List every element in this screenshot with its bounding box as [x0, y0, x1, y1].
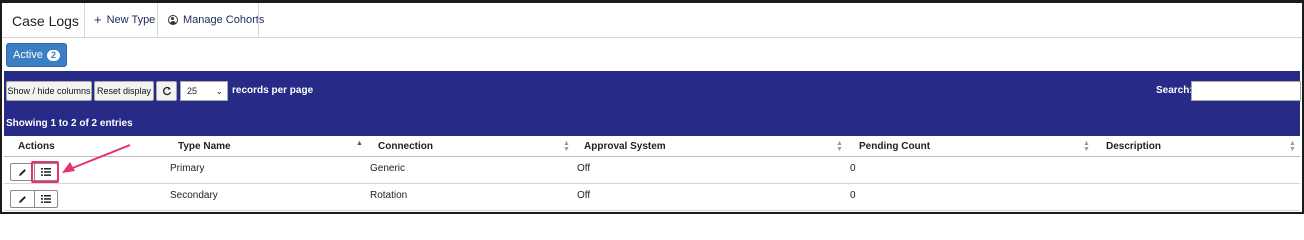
records-per-page-value: 25 — [187, 86, 198, 96]
refresh-button[interactable] — [156, 81, 177, 101]
sort-icon[interactable]: ▲ ▼ — [836, 140, 843, 153]
refresh-icon — [162, 86, 171, 96]
table-row: Primary Generic Off 0 — [4, 158, 1300, 184]
reset-display-button[interactable]: Reset display — [94, 81, 154, 101]
row-actions — [10, 190, 58, 208]
type-name-cell: Primary — [170, 163, 205, 174]
plus-icon: + — [94, 12, 102, 27]
nav-divider — [258, 3, 259, 38]
details-button[interactable] — [33, 191, 57, 207]
type-name-cell: Secondary — [170, 190, 218, 201]
top-navigation: Case Logs + New Type Manage Cohorts — [2, 3, 1302, 38]
pencil-icon — [18, 195, 26, 203]
nav-divider — [84, 3, 85, 38]
sort-icon[interactable]: ▲ ▼ — [563, 140, 570, 153]
sort-icon[interactable]: ▲ ▼ — [1083, 140, 1090, 153]
connection-cell: Rotation — [370, 190, 408, 201]
pencil-icon — [18, 168, 26, 176]
search-label: Search: — [1156, 85, 1193, 96]
edit-button[interactable] — [11, 191, 34, 207]
connection-cell: Generic — [370, 163, 406, 174]
user-circle-icon — [168, 15, 178, 25]
active-filter-label: Active — [13, 49, 43, 61]
table-header: Actions Type Name ▲ Connection ▲ ▼ Approv… — [4, 137, 1300, 157]
manage-cohorts-link[interactable]: Manage Cohorts — [168, 14, 264, 26]
callout-highlight-box — [31, 161, 59, 183]
col-type-name[interactable]: Type Name — [178, 141, 231, 152]
records-per-page-label: records per page — [232, 85, 314, 96]
callout-arrow-icon — [62, 144, 131, 173]
new-type-link[interactable]: + New Type — [94, 12, 156, 27]
table-toolbar: Show / hide columns Reset display 25 ⌄ r… — [4, 71, 1301, 136]
manage-cohorts-label: Manage Cohorts — [183, 14, 265, 26]
entries-info: Showing 1 to 2 of 2 entries — [6, 118, 133, 129]
search-input[interactable] — [1191, 81, 1301, 101]
pending-count-cell: 0 — [850, 163, 856, 174]
show-hide-columns-button[interactable]: Show / hide columns — [6, 81, 92, 101]
sort-icon[interactable]: ▲ ▼ — [1289, 140, 1296, 153]
active-filter-button[interactable]: Active 2 — [6, 43, 67, 67]
table-row: Secondary Rotation Off 0 — [4, 185, 1300, 211]
nav-divider — [157, 3, 158, 38]
active-count-badge: 2 — [46, 49, 60, 61]
col-pending-count[interactable]: Pending Count — [859, 141, 930, 152]
approval-system-cell: Off — [577, 163, 591, 174]
col-actions: Actions — [18, 141, 55, 152]
approval-system-cell: Off — [577, 190, 591, 201]
col-description[interactable]: Description — [1106, 141, 1161, 152]
pending-count-cell: 0 — [850, 190, 856, 201]
col-connection[interactable]: Connection — [378, 141, 433, 152]
records-per-page-select[interactable]: 25 ⌄ — [180, 81, 228, 101]
col-approval-system[interactable]: Approval System — [584, 141, 666, 152]
list-icon — [40, 195, 51, 203]
new-type-label: New Type — [106, 14, 156, 26]
chevron-down-icon: ⌄ — [215, 86, 223, 96]
page-title: Case Logs — [12, 13, 79, 29]
sort-asc-icon[interactable]: ▲ — [356, 140, 363, 147]
